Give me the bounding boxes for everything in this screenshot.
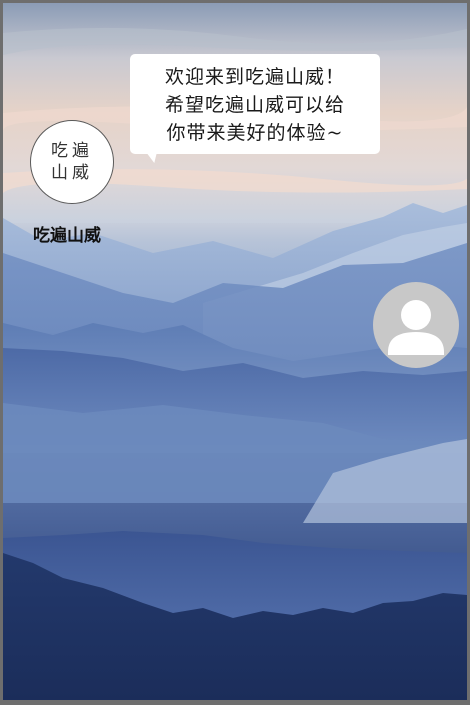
welcome-speech-bubble: 欢迎来到吃遍山威！ 希望吃遍山威可以给 你带来美好的体验~: [130, 54, 380, 154]
welcome-message: 欢迎来到吃遍山威！ 希望吃遍山威可以给 你带来美好的体验~: [164, 66, 345, 144]
logo-text: 吃遍山威: [51, 141, 93, 183]
app-name-label: 吃遍山威: [33, 226, 101, 246]
user-avatar-button[interactable]: [373, 282, 459, 368]
splash-screen: 欢迎来到吃遍山威！ 希望吃遍山威可以给 你带来美好的体验~ 吃遍山威 吃遍山威: [3, 3, 467, 700]
app-logo: 吃遍山威: [30, 120, 114, 204]
user-icon: [388, 300, 444, 355]
